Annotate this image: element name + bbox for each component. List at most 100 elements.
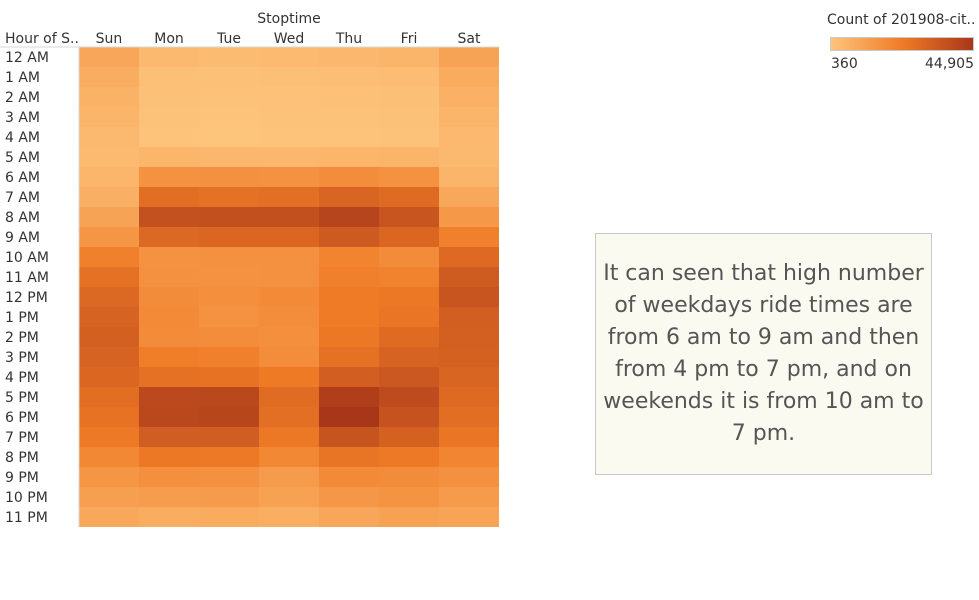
heatmap-cell[interactable] — [139, 67, 199, 87]
heatmap-cell[interactable] — [379, 67, 439, 87]
heatmap-cell[interactable] — [259, 487, 319, 507]
heatmap-cell[interactable] — [259, 167, 319, 187]
heatmap-cell[interactable] — [79, 247, 139, 267]
heatmap-cell[interactable] — [79, 467, 139, 487]
heatmap-cell[interactable] — [439, 167, 499, 187]
row-label[interactable]: 11 AM — [5, 270, 49, 286]
row-label[interactable]: 9 AM — [5, 230, 40, 246]
heatmap-cell[interactable] — [319, 147, 379, 167]
heatmap-cell[interactable] — [319, 247, 379, 267]
heatmap-cell[interactable] — [319, 287, 379, 307]
heatmap-cell[interactable] — [379, 507, 439, 527]
legend-title[interactable]: Count of 201908-cit.. — [827, 12, 975, 28]
heatmap-cell[interactable] — [439, 407, 499, 427]
heatmap-cell[interactable] — [199, 47, 259, 67]
heatmap-cell[interactable] — [199, 367, 259, 387]
heatmap-cell[interactable] — [259, 387, 319, 407]
heatmap-cell[interactable] — [199, 327, 259, 347]
heatmap-cell[interactable] — [319, 47, 379, 67]
row-label[interactable]: 1 AM — [5, 70, 40, 86]
heatmap-cell[interactable] — [379, 327, 439, 347]
heatmap-cell[interactable] — [259, 447, 319, 467]
row-label[interactable]: 8 PM — [5, 450, 39, 466]
heatmap-cell[interactable] — [319, 127, 379, 147]
heatmap-cell[interactable] — [139, 127, 199, 147]
heatmap-cell[interactable] — [439, 427, 499, 447]
heatmap-cell[interactable] — [79, 87, 139, 107]
row-label[interactable]: 6 PM — [5, 410, 39, 426]
heatmap-cell[interactable] — [259, 407, 319, 427]
heatmap-cell[interactable] — [319, 467, 379, 487]
heatmap-cell[interactable] — [79, 47, 139, 67]
heatmap-cell[interactable] — [439, 227, 499, 247]
heatmap-cell[interactable] — [439, 67, 499, 87]
heatmap-cell[interactable] — [139, 467, 199, 487]
heatmap-cell[interactable] — [139, 287, 199, 307]
heatmap-cell[interactable] — [259, 187, 319, 207]
heatmap-cell[interactable] — [79, 427, 139, 447]
heatmap-cell[interactable] — [259, 507, 319, 527]
heatmap-cell[interactable] — [379, 407, 439, 427]
row-label[interactable]: 3 AM — [5, 110, 40, 126]
heatmap-cell[interactable] — [379, 467, 439, 487]
heatmap-cell[interactable] — [379, 127, 439, 147]
heatmap-cell[interactable] — [79, 67, 139, 87]
heatmap-cell[interactable] — [139, 347, 199, 367]
heatmap-cell[interactable] — [79, 287, 139, 307]
heatmap-cell[interactable] — [439, 267, 499, 287]
heatmap-cell[interactable] — [379, 187, 439, 207]
heatmap-cell[interactable] — [259, 367, 319, 387]
heatmap-cell[interactable] — [259, 67, 319, 87]
heatmap-cell[interactable] — [199, 487, 259, 507]
heatmap-cell[interactable] — [439, 447, 499, 467]
heatmap-cell[interactable] — [319, 107, 379, 127]
heatmap-cell[interactable] — [439, 247, 499, 267]
heatmap-cell[interactable] — [139, 367, 199, 387]
heatmap-cell[interactable] — [319, 207, 379, 227]
heatmap-cell[interactable] — [439, 327, 499, 347]
heatmap-cell[interactable] — [259, 327, 319, 347]
row-label[interactable]: 7 PM — [5, 430, 39, 446]
heatmap-cell[interactable] — [79, 327, 139, 347]
heatmap-cell[interactable] — [439, 467, 499, 487]
row-label[interactable]: 10 PM — [5, 490, 48, 506]
heatmap-cell[interactable] — [379, 147, 439, 167]
column-label[interactable]: Sat — [458, 31, 481, 47]
heatmap-cell[interactable] — [319, 487, 379, 507]
heatmap-cell[interactable] — [379, 107, 439, 127]
column-group-label[interactable]: Stoptime — [257, 11, 320, 27]
heatmap-cell[interactable] — [199, 467, 259, 487]
heatmap-cell[interactable] — [79, 447, 139, 467]
heatmap-cell[interactable] — [259, 267, 319, 287]
heatmap-cell[interactable] — [199, 87, 259, 107]
heatmap-cell[interactable] — [79, 207, 139, 227]
column-label[interactable]: Thu — [335, 31, 362, 47]
heatmap-cell[interactable] — [439, 207, 499, 227]
heatmap-cell[interactable] — [139, 387, 199, 407]
heatmap-cell[interactable] — [139, 207, 199, 227]
heatmap-cell[interactable] — [259, 247, 319, 267]
heatmap-cell[interactable] — [439, 367, 499, 387]
heatmap-cell[interactable] — [379, 47, 439, 67]
heatmap-cell[interactable] — [139, 267, 199, 287]
heatmap-cell[interactable] — [259, 347, 319, 367]
heatmap-cell[interactable] — [199, 387, 259, 407]
heatmap-cell[interactable] — [319, 347, 379, 367]
heatmap-cell[interactable] — [379, 267, 439, 287]
heatmap-cell[interactable] — [139, 167, 199, 187]
heatmap-cell[interactable] — [439, 487, 499, 507]
column-label[interactable]: Mon — [154, 31, 184, 47]
heatmap-cell[interactable] — [319, 427, 379, 447]
heatmap-cell[interactable] — [259, 287, 319, 307]
heatmap-cell[interactable] — [319, 407, 379, 427]
heatmap-cell[interactable] — [379, 427, 439, 447]
heatmap-cell[interactable] — [379, 287, 439, 307]
row-label[interactable]: 3 PM — [5, 350, 39, 366]
heatmap-cell[interactable] — [199, 107, 259, 127]
heatmap-cell[interactable] — [439, 47, 499, 67]
row-label[interactable]: 2 AM — [5, 90, 40, 106]
heatmap-cell[interactable] — [199, 447, 259, 467]
row-label[interactable]: 4 PM — [5, 370, 39, 386]
heatmap-cell[interactable] — [139, 187, 199, 207]
heatmap-cell[interactable] — [379, 87, 439, 107]
